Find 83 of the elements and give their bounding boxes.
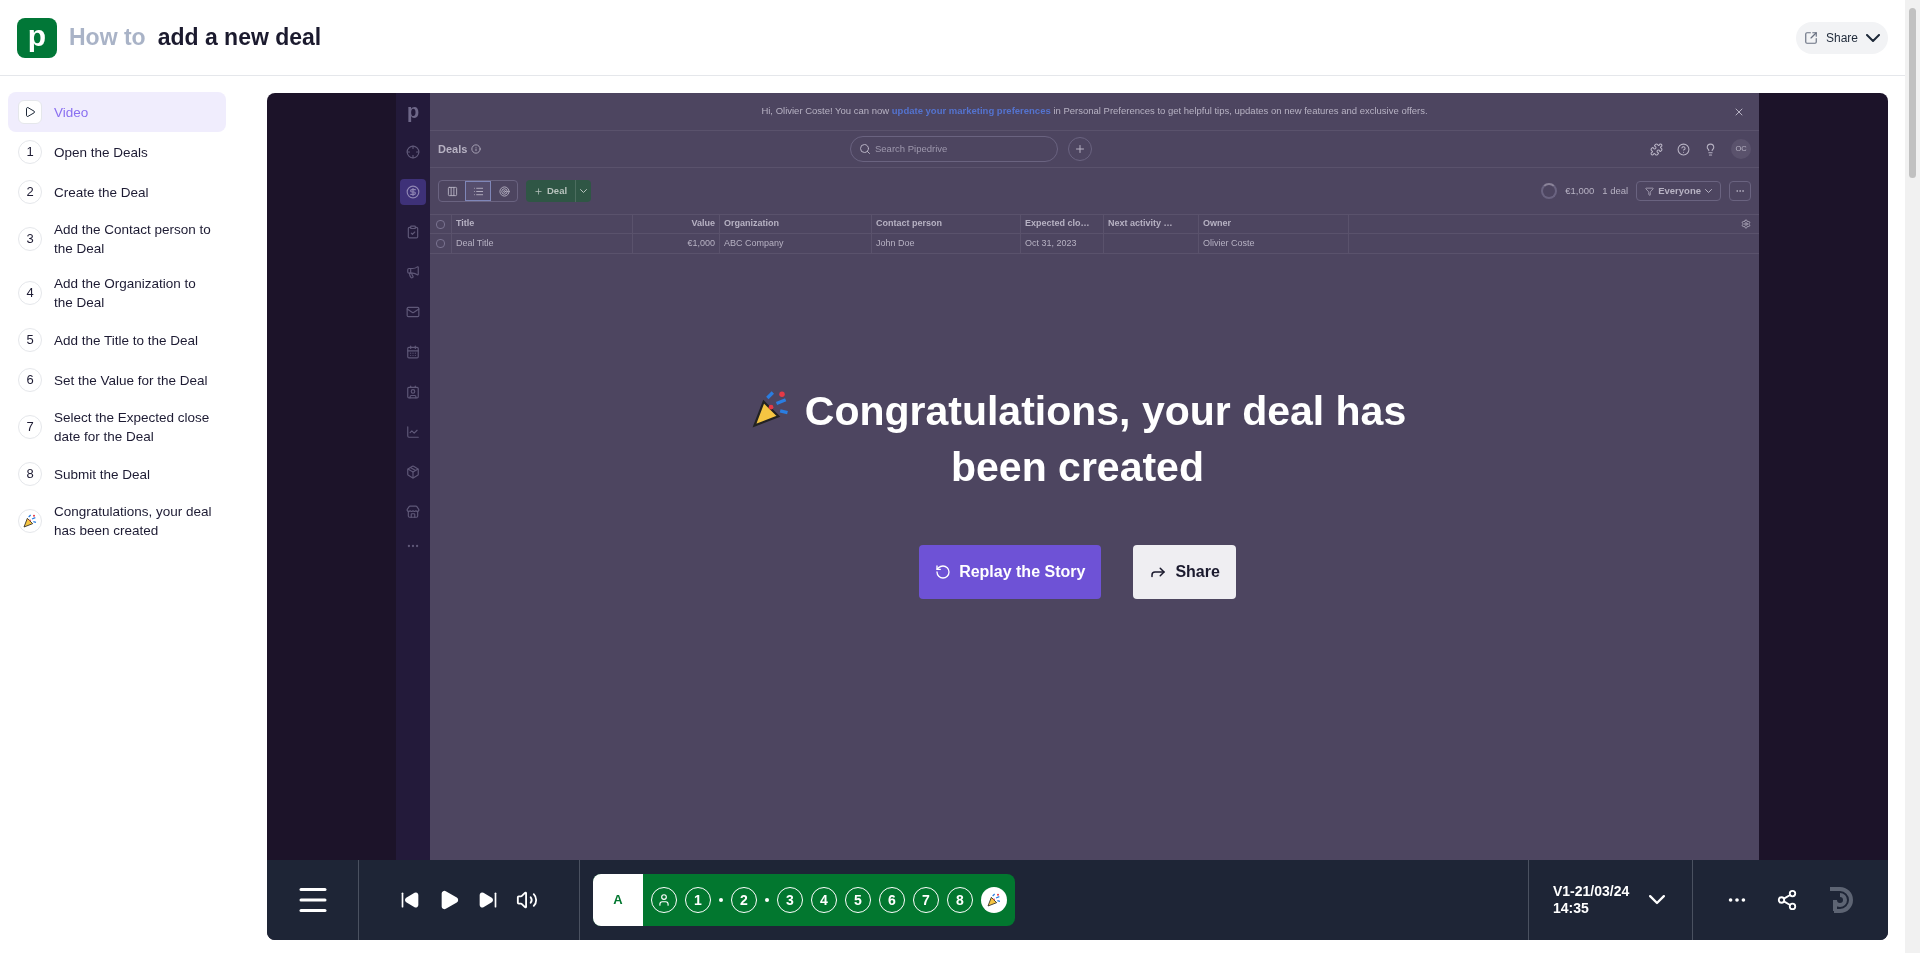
column-header[interactable]: Contact person	[871, 215, 1020, 233]
chevron-down-icon[interactable]	[1649, 895, 1666, 905]
owner-filter[interactable]: Everyone	[1636, 181, 1721, 201]
chapter-tab[interactable]: A	[593, 874, 643, 926]
share-icon	[1803, 30, 1818, 45]
column-header[interactable]: Organization	[719, 215, 871, 233]
column-header[interactable]: Value	[632, 215, 719, 233]
column-header[interactable]: Next activity …	[1103, 215, 1198, 233]
sidebar-item-label: Open the Deals	[54, 143, 148, 162]
plus-icon	[1074, 143, 1086, 155]
sidebar-item-label: Video	[54, 103, 89, 122]
deals-count: 1 deal	[1602, 183, 1629, 198]
logo: p	[17, 17, 57, 58]
scrollbar[interactable]	[1905, 0, 1920, 953]
sidebar-item[interactable]: 7 Select the Expected close date for the Deal	[8, 400, 226, 454]
lightbulb-icon[interactable]	[1704, 142, 1717, 156]
sidebar-item-label: Set the Value for the Deal	[54, 371, 208, 390]
sidebar-item-label: Congratulations, your deal has been created	[54, 503, 213, 540]
next-icon[interactable]	[478, 890, 498, 910]
list-view-button[interactable]	[465, 181, 491, 201]
table-cell-text: ABC Company	[724, 236, 784, 250]
share-story-button[interactable]: Share	[1133, 545, 1236, 599]
target-icon	[498, 185, 510, 197]
loading-spinner-icon	[1541, 183, 1558, 199]
title-prefix: How to	[69, 23, 146, 53]
table-cell-text: Oct 31, 2023	[1025, 236, 1077, 250]
puzzle-icon[interactable]	[1650, 142, 1663, 156]
sidebar-item-label: Select the Expected close date for the Deal	[54, 409, 211, 446]
columns-icon	[446, 185, 458, 197]
sidebar-item[interactable]: 6 Set the Value for the Deal	[8, 360, 226, 400]
table-cell-text: Olivier Coste	[1203, 236, 1255, 250]
volume-icon[interactable]	[516, 889, 538, 911]
chevron-down-icon	[1866, 33, 1880, 42]
play-icon	[18, 100, 42, 124]
replay-button[interactable]: Replay the Story	[919, 545, 1102, 599]
sidebar-item-label: Create the Deal	[54, 183, 149, 202]
search-input[interactable]: Search Pipedrive	[875, 141, 1049, 157]
settings-icon[interactable]	[1741, 219, 1751, 229]
chevron-down-icon	[580, 189, 588, 193]
table-cell-text: Deal Title	[456, 236, 494, 250]
info-icon	[471, 144, 482, 154]
plus-icon	[534, 186, 543, 196]
deals-total: €1,000	[1565, 183, 1595, 198]
column-header[interactable]: Title	[451, 215, 632, 233]
dollar-icon[interactable]	[400, 179, 426, 205]
page-title: add a new deal	[157, 23, 322, 53]
share-button[interactable]: Share	[1795, 21, 1888, 54]
select-all-checkbox[interactable]	[436, 219, 445, 229]
deals-title: Deals	[438, 141, 468, 157]
app-logo: p	[406, 101, 420, 121]
replay-icon	[935, 564, 952, 580]
share-icon[interactable]	[1775, 889, 1798, 911]
end-screen-title: Congratulations, your deal has been created	[747, 383, 1408, 495]
sidebar-item[interactable]: 4 Add the Organization to the Deal	[8, 266, 226, 320]
sidebar-item[interactable]: 8 Submit the Deal	[8, 454, 226, 494]
more-button[interactable]	[1729, 181, 1751, 201]
party-popper-icon	[986, 892, 1002, 908]
sidebar-item[interactable]: Video	[8, 92, 226, 132]
sidebar-item-label: Add the Contact person to the Deal	[54, 221, 212, 258]
sidebar-item-label: Submit the Deal	[54, 465, 151, 484]
table-cell-text: John Doe	[876, 236, 915, 250]
sidebar-item[interactable]: 5 Add the Title to the Deal	[8, 320, 226, 360]
chevron-down-icon	[1705, 189, 1712, 193]
filter-icon	[1645, 186, 1655, 196]
help-icon[interactable]	[1677, 142, 1690, 156]
previous-icon[interactable]	[400, 890, 420, 910]
column-header[interactable]: Expected clo…	[1020, 215, 1103, 233]
final-step[interactable]	[981, 887, 1007, 913]
sidebar-item-label: Add the Organization to the Deal	[54, 275, 197, 312]
table-cell-text: €1,000	[687, 236, 715, 250]
search-icon	[859, 143, 871, 155]
person-icon	[657, 893, 671, 907]
sidebar-item[interactable]: 3 Add the Contact person to the Deal	[8, 212, 226, 266]
version-label: V1-21/03/24 14:35	[1553, 883, 1630, 917]
sidebar-item[interactable]: Congratulations, your deal has been created	[8, 494, 226, 548]
sidebar-item[interactable]: 2 Create the Deal	[8, 172, 226, 212]
row-checkbox[interactable]	[436, 239, 445, 248]
add-deal-button[interactable]: Deal	[526, 180, 592, 202]
banner-text: Hi, Olivier Coste! You can now update your marketing preferences in Personal Preferences to get helpful tips, updates on new features and exclusive offers.	[761, 104, 1428, 119]
sidebar-item-label: Add the Title to the Deal	[54, 331, 199, 350]
sidebar-item[interactable]: 1 Open the Deals	[8, 132, 226, 172]
column-header[interactable]: Owner	[1198, 215, 1348, 233]
list-icon	[472, 185, 484, 197]
